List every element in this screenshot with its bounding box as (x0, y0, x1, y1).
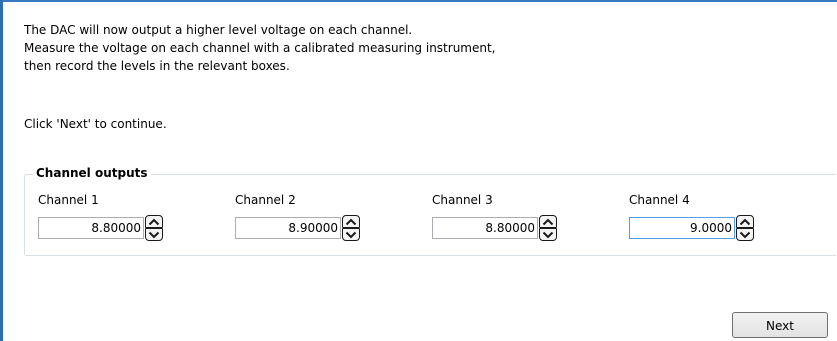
channel-2-label: Channel 2 (235, 193, 296, 207)
channel-3-increment-button[interactable] (539, 215, 557, 228)
channel-3-spinner (539, 215, 557, 241)
channel-4: Channel 4 (629, 191, 799, 243)
channel-4-decrement-button[interactable] (736, 228, 754, 241)
channel-3: Channel 3 (432, 191, 602, 243)
channel-2: Channel 2 (235, 191, 405, 243)
chevron-up-icon (148, 218, 160, 225)
chevron-up-icon (542, 218, 554, 225)
chevron-down-icon (542, 231, 554, 238)
channel-outputs-title: Channel outputs (33, 164, 151, 182)
instruction-line-3: then record the levels in the relevant b… (24, 59, 290, 73)
window-frame-left (0, 0, 3, 341)
channel-4-increment-button[interactable] (736, 215, 754, 228)
instruction-line-1: The DAC will now output a higher level v… (24, 23, 413, 37)
channel-4-input[interactable] (629, 217, 735, 239)
channel-2-spinner (342, 215, 360, 241)
channel-2-increment-button[interactable] (342, 215, 360, 228)
chevron-up-icon (739, 218, 751, 225)
channel-1: Channel 1 (38, 191, 208, 243)
channel-3-decrement-button[interactable] (539, 228, 557, 241)
continue-instruction: Click 'Next' to continue. (24, 117, 167, 131)
instructions-text: The DAC will now output a higher level v… (24, 21, 496, 75)
chevron-up-icon (345, 218, 357, 225)
chevron-down-icon (148, 231, 160, 238)
channel-2-input[interactable] (235, 217, 341, 239)
channel-4-spinner (736, 215, 754, 241)
channel-4-label: Channel 4 (629, 193, 690, 207)
channel-1-increment-button[interactable] (145, 215, 163, 228)
next-button[interactable]: Next (732, 312, 828, 338)
channel-1-input[interactable] (38, 217, 144, 239)
channel-2-decrement-button[interactable] (342, 228, 360, 241)
channel-3-input[interactable] (432, 217, 538, 239)
channel-1-spinner (145, 215, 163, 241)
channel-3-label: Channel 3 (432, 193, 493, 207)
chevron-down-icon (345, 231, 357, 238)
channel-1-label: Channel 1 (38, 193, 99, 207)
instruction-line-2: Measure the voltage on each channel with… (24, 41, 496, 55)
chevron-down-icon (739, 231, 751, 238)
window-frame-top (0, 0, 837, 2)
channel-1-decrement-button[interactable] (145, 228, 163, 241)
